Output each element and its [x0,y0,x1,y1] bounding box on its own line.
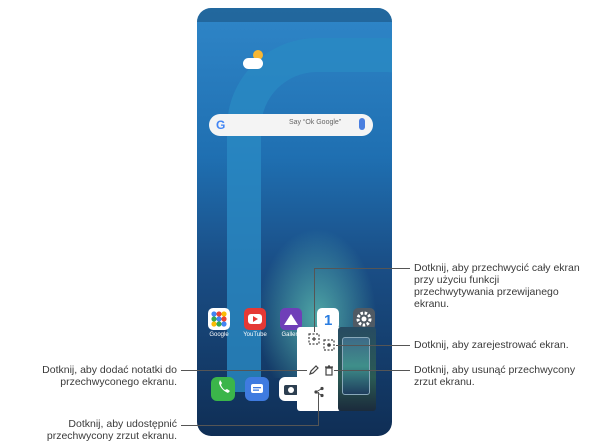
callout-line: ekranu. [414,298,450,310]
microphone-icon[interactable] [359,118,365,130]
leader-scroll-capture [314,268,410,269]
app-label-google: Google [209,332,229,338]
callout-line: przechwytywania przewijanego [414,286,559,298]
leader-delete [334,370,410,371]
callout-line: przechwyconego ekranu. [60,376,177,388]
callout-share: Dotknij, aby udostępnić przechwycony zrz… [2,418,177,442]
callout-notes: Dotknij, aby dodać notatki do przechwyco… [2,364,177,388]
callout-record: Dotknij, aby zarejestrować ekran. [414,339,610,351]
leader-notes [181,370,307,371]
callout-scroll-capture: Dotknij, aby przechwycić cały ekran przy… [414,262,610,310]
leader-share-vertical [318,392,319,426]
scroll-capture-icon[interactable] [307,332,321,346]
messages-icon[interactable] [245,377,269,401]
callout-line: przechwycony zrzut ekranu. [46,430,177,442]
callout-line: Dotknij, aby usunąć przechwycony [414,364,576,376]
callout-line: przy użyciu funkcji [414,274,500,286]
youtube-icon[interactable] [244,308,266,330]
search-hint: Say “Ok Google” [289,119,342,126]
cloud-icon [243,58,263,69]
callout-line: Dotknij, aby zarejestrować ekran. [414,339,569,351]
callout-line: Dotknij, aby przechwycić cały ekran [414,262,580,274]
callout-line: zrzut ekranu. [414,376,475,388]
callout-line: Dotknij, aby udostępnić [68,418,177,430]
leader-share [181,425,318,426]
google-folder-icon[interactable] [208,308,230,330]
edit-pen-icon[interactable] [307,363,321,377]
screenshot-preview-thumbnail[interactable] [338,327,376,411]
leader-record [336,345,410,346]
app-label-youtube: YouTube [243,332,267,338]
google-g-icon: G [216,118,226,132]
callout-delete: Dotknij, aby usunąć przechwycony zrzut e… [414,364,610,388]
leader-scroll-capture-vertical [314,268,315,332]
weather-widget[interactable] [243,50,265,72]
status-bar [197,8,392,22]
google-search-bar[interactable]: G Say “Ok Google” [209,114,373,136]
phone-icon[interactable] [211,377,235,401]
callout-line: Dotknij, aby dodać notatki do [42,364,177,376]
share-icon[interactable] [312,385,326,399]
record-screen-icon[interactable] [322,338,336,352]
